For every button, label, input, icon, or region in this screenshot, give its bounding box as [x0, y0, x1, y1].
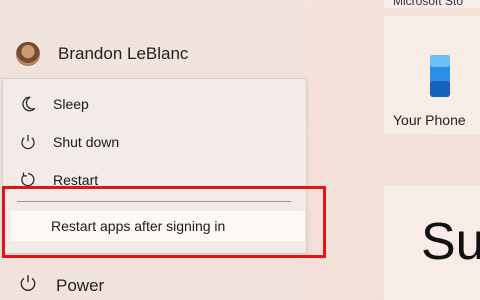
user-name: Brandon LeBlanc: [58, 44, 189, 63]
large-tile-text: Su: [421, 213, 480, 271]
your-phone-label: Your Phone: [393, 112, 466, 128]
phone-icon: [430, 55, 450, 97]
restart-apps-option[interactable]: Restart apps after signing in: [11, 211, 305, 241]
menu-divider: [17, 201, 291, 202]
restart-apps-label: Restart apps after signing in: [51, 218, 226, 234]
moon-icon: [17, 93, 39, 115]
shutdown-label: Shut down: [53, 134, 120, 150]
power-label: Power: [56, 275, 105, 295]
power-icon: [17, 131, 39, 153]
power-button[interactable]: Power: [18, 273, 104, 298]
store-tile-label: Microsoft Sto: [393, 0, 464, 8]
sleep-option[interactable]: Sleep: [17, 93, 89, 115]
sleep-label: Sleep: [53, 96, 89, 112]
restart-label: Restart: [53, 172, 99, 188]
shutdown-option[interactable]: Shut down: [17, 131, 119, 153]
restart-option[interactable]: Restart: [17, 169, 98, 191]
power-options-flyout: Sleep Shut down Restart Restart apps aft…: [2, 78, 307, 254]
avatar: [16, 42, 40, 66]
power-icon: [18, 273, 38, 298]
restart-icon: [17, 169, 39, 191]
user-profile[interactable]: Brandon LeBlanc: [16, 42, 188, 66]
